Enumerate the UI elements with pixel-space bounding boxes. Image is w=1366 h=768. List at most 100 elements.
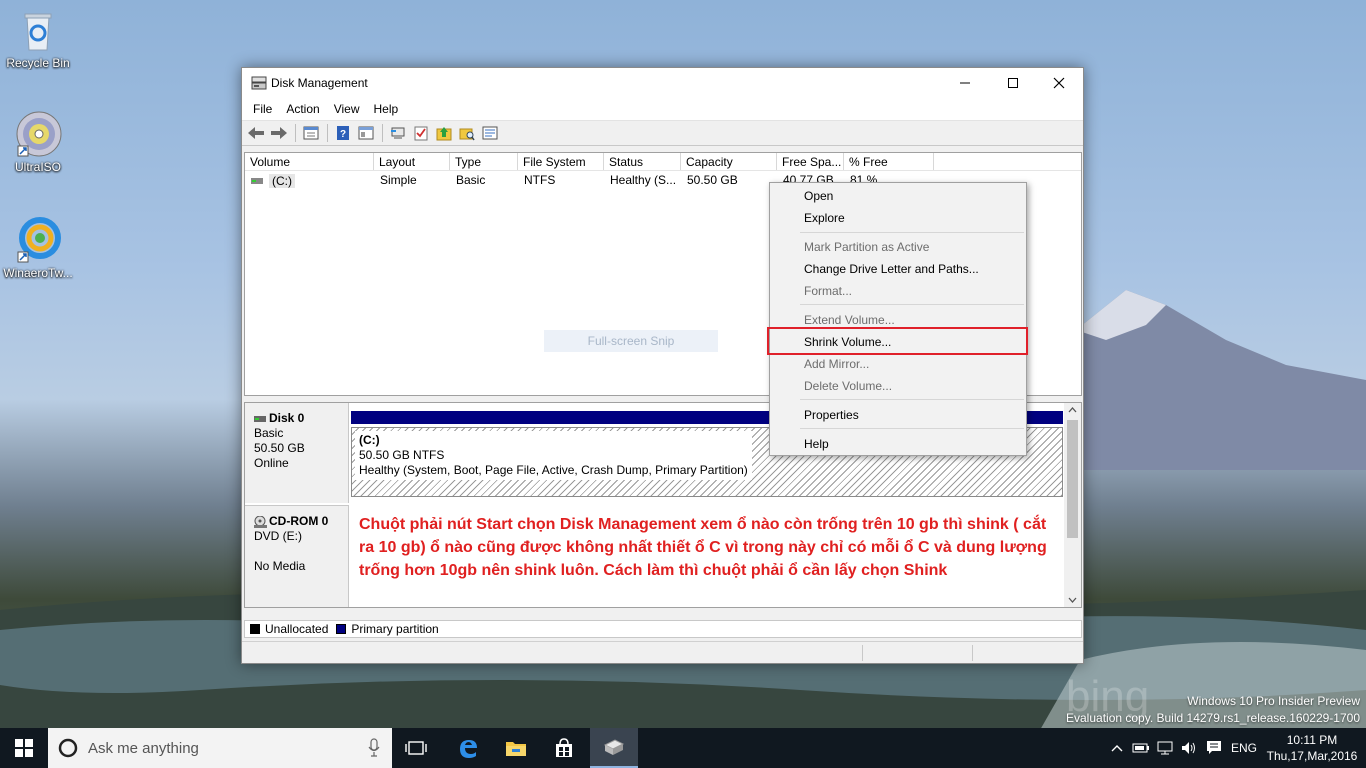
- menu-separator: [800, 232, 1024, 233]
- cell-type: Basic: [456, 173, 486, 187]
- menu-item-open[interactable]: Open: [770, 185, 1026, 207]
- tray-battery[interactable]: [1130, 728, 1152, 768]
- scroll-up-icon[interactable]: [1064, 403, 1081, 417]
- console-tree-icon: [303, 126, 319, 140]
- status-bar: [242, 641, 1083, 663]
- disk-0-header[interactable]: Disk 0 Basic 50.50 GB Online: [245, 403, 349, 503]
- properties-button[interactable]: [356, 123, 376, 143]
- tray-volume[interactable]: [1178, 728, 1200, 768]
- windows-logo-icon: [15, 739, 33, 757]
- title-bar[interactable]: Disk Management: [242, 68, 1083, 98]
- disk-size: [254, 544, 348, 559]
- view-button[interactable]: [480, 123, 500, 143]
- menu-item-format[interactable]: Format...: [770, 280, 1026, 302]
- disc-icon: [14, 110, 62, 158]
- col-file-system[interactable]: File System: [518, 153, 604, 170]
- cell-capacity: 50.50 GB: [687, 173, 738, 187]
- toolbar-separator: [382, 124, 383, 142]
- properties-icon: [358, 126, 374, 140]
- col-type[interactable]: Type: [450, 153, 518, 170]
- desktop-icon-label: Recycle Bin: [6, 56, 70, 70]
- desktop-icon-winaero[interactable]: WinaeroTw...: [0, 216, 76, 280]
- forward-icon: [271, 127, 287, 139]
- col-free-space[interactable]: Free Spa...: [777, 153, 844, 170]
- tray-network[interactable]: [1154, 728, 1176, 768]
- vertical-scrollbar[interactable]: [1064, 403, 1081, 607]
- shrink-volume-highlight-box: [767, 327, 1028, 355]
- menu-item-delete-volume[interactable]: Delete Volume...: [770, 375, 1026, 397]
- menu-item-properties[interactable]: Properties: [770, 404, 1026, 426]
- menu-help[interactable]: Help: [367, 98, 406, 120]
- menu-separator: [800, 399, 1024, 400]
- edge-button[interactable]: [444, 728, 492, 768]
- col-volume[interactable]: Volume: [245, 153, 374, 170]
- minimize-icon: [960, 82, 970, 84]
- desktop-icon-ultraiso[interactable]: UltraISO: [0, 110, 76, 174]
- build-watermark-line1: Windows 10 Pro Insider Preview: [1187, 694, 1360, 708]
- cell-file-system: NTFS: [524, 173, 556, 187]
- taskbar-clock[interactable]: 10:11 PM Thu,17,Mar,2016: [1262, 732, 1362, 764]
- context-menu: Open Explore Mark Partition as Active Ch…: [769, 182, 1027, 456]
- close-button[interactable]: [1036, 68, 1082, 98]
- desktop-icon-label: WinaeroTw...: [3, 266, 73, 280]
- chevron-up-icon: [1111, 745, 1123, 752]
- disk-state: No Media: [254, 559, 306, 573]
- disk-state: Online: [254, 456, 289, 470]
- folder-icon: [506, 742, 526, 756]
- back-button[interactable]: [246, 123, 266, 143]
- start-button[interactable]: [0, 728, 48, 768]
- search-box[interactable]: Ask me anything: [48, 728, 392, 768]
- tray-language[interactable]: ENG: [1228, 728, 1260, 768]
- legend-label: Primary partition: [351, 622, 439, 636]
- cell-status: Healthy (S...: [610, 173, 677, 187]
- col-status[interactable]: Status: [604, 153, 681, 170]
- folder-up-button[interactable]: [434, 123, 454, 143]
- maximize-button[interactable]: [990, 68, 1036, 98]
- partition-status: Healthy (System, Boot, Page File, Active…: [359, 463, 748, 477]
- connect-button[interactable]: [388, 123, 408, 143]
- disk-management-icon: [603, 739, 625, 755]
- store-button[interactable]: [540, 728, 588, 768]
- col-percent-free[interactable]: % Free: [844, 153, 934, 170]
- menu-item-mark-active[interactable]: Mark Partition as Active: [770, 236, 1026, 258]
- partition-label: (C:): [359, 433, 380, 447]
- menu-action[interactable]: Action: [279, 98, 326, 120]
- legend: Unallocated Primary partition: [244, 620, 1082, 638]
- col-capacity[interactable]: Capacity: [681, 153, 777, 170]
- forward-button[interactable]: [269, 123, 289, 143]
- help-icon: ?: [337, 126, 349, 140]
- connect-icon: [391, 127, 405, 139]
- menu-item-explore[interactable]: Explore: [770, 207, 1026, 229]
- status-divider: [862, 645, 863, 661]
- desktop-icon-recycle-bin[interactable]: Recycle Bin: [0, 6, 76, 70]
- battery-icon: [1132, 743, 1149, 753]
- close-icon: [1053, 77, 1065, 89]
- legend-swatch-unallocated: [250, 624, 260, 634]
- taskbar: Ask me anything ENG 10:11 PM Thu,17,Mar,…: [0, 728, 1366, 768]
- cdrom-0-header[interactable]: CD-ROM 0 DVD (E:) No Media: [245, 505, 349, 607]
- help-button[interactable]: ?: [333, 123, 353, 143]
- console-tree-button[interactable]: [301, 123, 321, 143]
- scroll-down-icon[interactable]: [1064, 593, 1081, 607]
- task-view-button[interactable]: [392, 728, 440, 768]
- menu-file[interactable]: File: [246, 98, 279, 120]
- window-title: Disk Management: [271, 76, 368, 90]
- minimize-button[interactable]: [942, 68, 988, 98]
- column-headers: Volume Layout Type File System Status Ca…: [245, 153, 1081, 171]
- menu-item-add-mirror[interactable]: Add Mirror...: [770, 353, 1026, 375]
- scrollbar-thumb[interactable]: [1067, 420, 1078, 538]
- disk-type: Basic: [254, 426, 284, 440]
- menu-view[interactable]: View: [327, 98, 367, 120]
- file-explorer-button[interactable]: [492, 728, 540, 768]
- menu-item-help[interactable]: Help: [770, 433, 1026, 455]
- tray-action-center[interactable]: [1202, 728, 1226, 768]
- check-button[interactable]: [411, 123, 431, 143]
- disk-management-taskbar-button[interactable]: [590, 728, 638, 768]
- cortana-icon: [58, 738, 78, 758]
- folder-search-button[interactable]: [457, 123, 477, 143]
- microphone-icon[interactable]: [368, 738, 380, 758]
- menu-item-change-drive-letter[interactable]: Change Drive Letter and Paths...: [770, 258, 1026, 280]
- col-layout[interactable]: Layout: [374, 153, 450, 170]
- check-icon: [414, 126, 428, 141]
- show-hidden-icons-button[interactable]: [1106, 728, 1128, 768]
